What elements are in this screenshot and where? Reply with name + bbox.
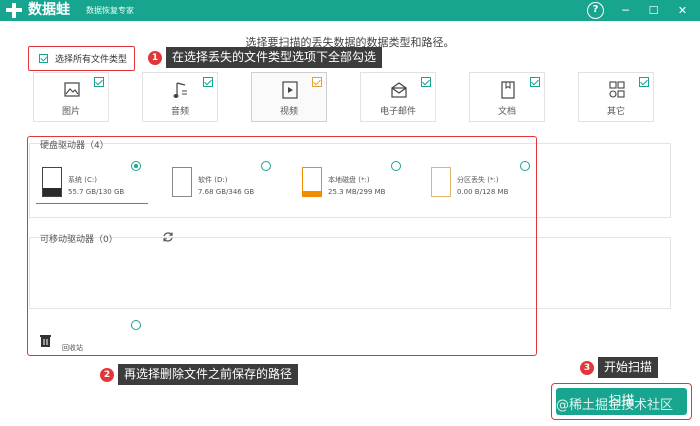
select-all-label: 选择所有文件类型: [55, 55, 128, 65]
file-type-label: 其它: [606, 107, 625, 117]
app-name: 数据蛙: [28, 2, 70, 18]
file-type-label: 图片: [61, 107, 80, 117]
watermark: @稀土掘金技术社区: [556, 398, 674, 413]
app-subtitle: 数据恢复专家: [86, 6, 134, 15]
file-type-document-checkbox[interactable]: [530, 77, 540, 87]
file-type-video-checkbox[interactable]: [312, 77, 322, 87]
file-type-other[interactable]: 其它: [578, 72, 654, 122]
select-all-checkbox[interactable]: 选择所有文件类型: [28, 46, 135, 71]
callout-1-badge: 1: [148, 51, 162, 65]
callout-3-badge: 3: [580, 361, 594, 375]
music-icon: [173, 82, 187, 98]
file-type-image[interactable]: 图片: [33, 72, 109, 122]
other-icon: [609, 81, 625, 98]
file-type-audio-checkbox[interactable]: [203, 77, 213, 87]
file-type-image-checkbox[interactable]: [94, 77, 104, 87]
mail-icon: [391, 82, 407, 98]
image-icon: [64, 82, 80, 97]
title-bar: 数据蛙 数据恢复专家 ? ─ ☐ ✕: [0, 0, 700, 21]
minimize-button[interactable]: ─: [617, 2, 634, 19]
callout-1-text: 在选择丢失的文件类型选项下全部勾选: [166, 47, 383, 68]
maximize-button[interactable]: ☐: [645, 2, 662, 19]
video-icon: [282, 81, 298, 99]
file-type-video[interactable]: 视频: [251, 72, 327, 122]
logo-icon: [6, 3, 22, 18]
close-button[interactable]: ✕: [674, 2, 691, 19]
callout-2-text: 再选择删除文件之前保存的路径: [118, 364, 299, 385]
file-type-label: 音频: [170, 107, 189, 117]
file-type-audio[interactable]: 音频: [142, 72, 218, 122]
file-type-label: 电子邮件: [379, 107, 416, 117]
file-type-email[interactable]: 电子邮件: [360, 72, 436, 122]
file-type-document[interactable]: 文档: [469, 72, 545, 122]
callout-3-text: 开始扫描: [598, 357, 659, 378]
file-type-label: 视频: [279, 107, 298, 117]
checkbox-icon: [39, 54, 48, 63]
file-type-other-checkbox[interactable]: [639, 77, 649, 87]
callout-2-badge: 2: [100, 368, 114, 382]
file-type-label: 文档: [497, 107, 516, 117]
path-highlight-frame: [27, 136, 537, 356]
document-icon: [501, 81, 515, 99]
help-button[interactable]: ?: [587, 2, 604, 19]
file-type-email-checkbox[interactable]: [421, 77, 431, 87]
